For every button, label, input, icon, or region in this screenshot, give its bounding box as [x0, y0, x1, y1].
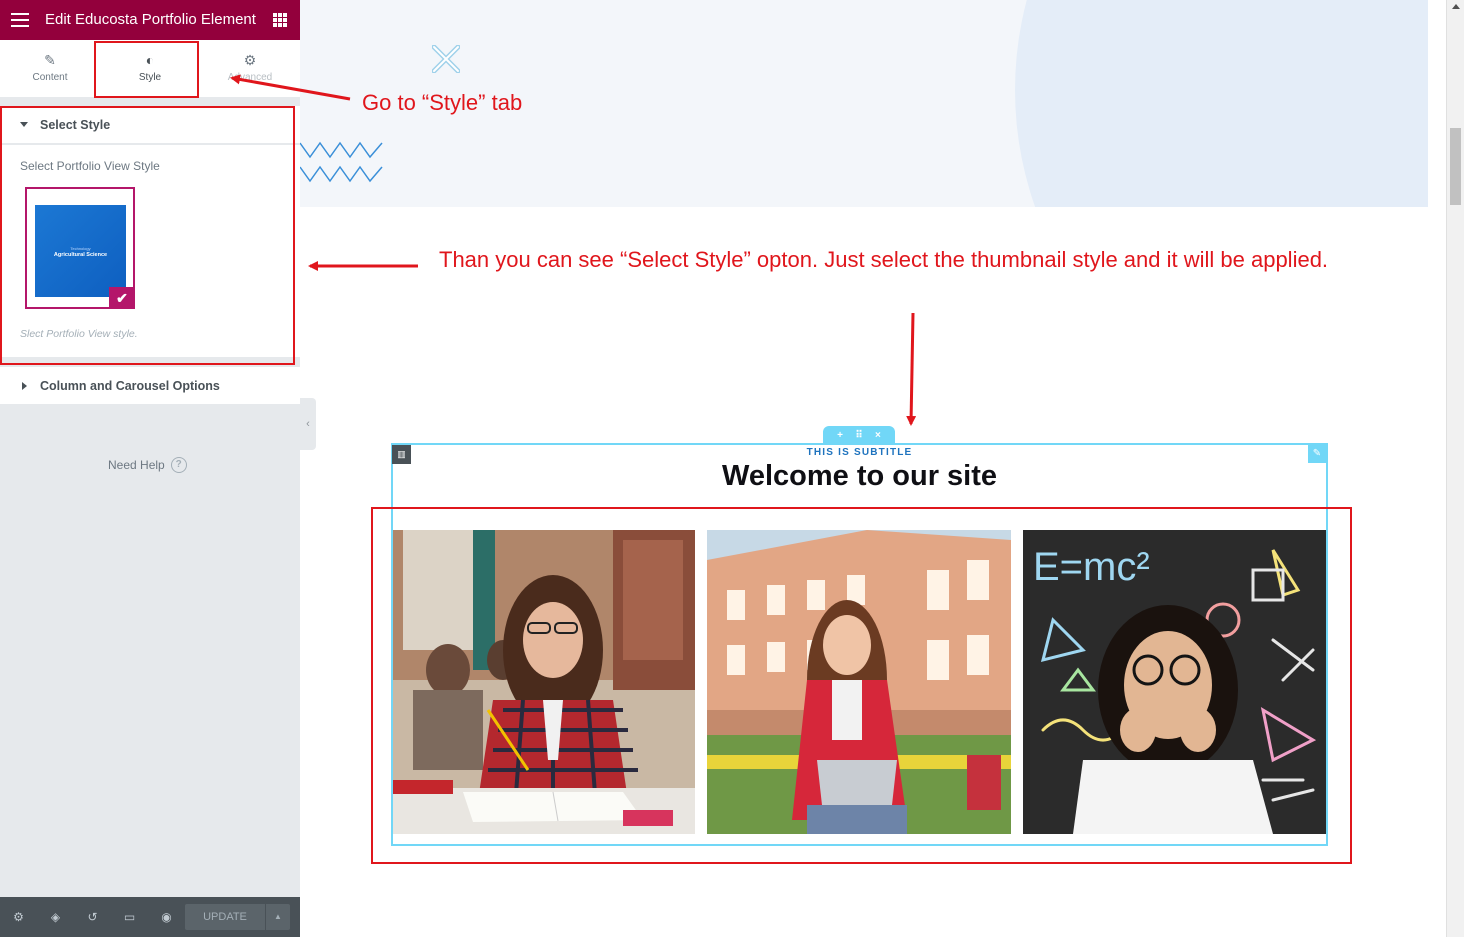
portfolio-item-3[interactable]: E=mc² — [1023, 530, 1326, 834]
widgets-grid-icon[interactable] — [273, 13, 287, 27]
settings-icon[interactable]: ⚙ — [0, 897, 37, 937]
preview-eye-icon[interactable]: ◉ — [148, 897, 185, 937]
gear-icon: ⚙ — [243, 52, 257, 68]
section-select-style-title: Select Style — [40, 117, 111, 132]
section-subtitle: THIS IS SUBTITLE — [806, 447, 913, 458]
collapse-panel-icon[interactable]: ‹ — [300, 398, 316, 450]
panel-tabs: ✎ Content ◐ Style ⚙ Advanced — [0, 40, 300, 97]
responsive-icon[interactable]: ▭ — [111, 897, 148, 937]
pencil-icon: ✎ — [44, 52, 56, 68]
caret-down-icon — [20, 122, 28, 127]
x-shape-icon — [432, 45, 460, 73]
question-icon: ? — [170, 457, 187, 473]
style-thumbnail[interactable]: Technology Agricultural Science ✔ — [25, 187, 135, 309]
girl-thinking-chalkboard-photo: E=mc² — [1023, 530, 1326, 834]
screen: { "panel": { "title": "Edit Educosta Por… — [0, 0, 1464, 937]
section-column-carousel-title: Column and Carousel Options — [40, 378, 220, 393]
decorative-circle — [1015, 0, 1428, 207]
scroll-up-icon[interactable] — [1452, 4, 1460, 9]
svg-text:E=mc²: E=mc² — [1033, 545, 1150, 589]
zigzag-icon — [300, 141, 383, 183]
annotation-step1: Go to “Style” tab — [362, 90, 523, 115]
tab-content-label: Content — [32, 72, 68, 83]
thumbnail-line1: Technology — [70, 246, 91, 251]
arrow-to-portfolio — [906, 312, 917, 426]
portfolio-item-2[interactable] — [707, 530, 1011, 834]
menu-icon[interactable] — [11, 13, 29, 27]
thumbnail-line2: Agricultural Science — [53, 252, 108, 258]
panel-title: Edit Educosta Portfolio Element — [45, 11, 256, 28]
portfolio-item-1[interactable] — [393, 530, 695, 834]
tab-advanced-label: Advanced — [227, 72, 273, 83]
update-options-icon[interactable]: ▲ — [266, 904, 290, 930]
select-style-body: Select Portfolio View Style Technology A… — [0, 145, 300, 357]
panel-header: Edit Educosta Portfolio Element — [0, 0, 300, 40]
half-circle-icon: ◐ — [145, 52, 155, 68]
section-handle[interactable]: + ⠿ × — [823, 426, 895, 444]
annotation-step2: Than you can see “Select Style” opton. J… — [439, 247, 1329, 272]
layers-icon[interactable]: ◈ — [37, 897, 74, 937]
drag-icon[interactable]: ⠿ — [855, 430, 862, 441]
tab-style[interactable]: ◐ Style — [100, 40, 200, 97]
student-with-laptop-photo — [707, 530, 1011, 834]
section-heading: Welcome to our site — [721, 460, 998, 492]
student-studying-photo — [393, 530, 695, 834]
panel-footer: ⚙ ◈ ↺ ▭ ◉ UPDATE ▲ — [0, 897, 300, 937]
update-button[interactable]: UPDATE — [185, 904, 265, 930]
tab-style-label: Style — [138, 72, 162, 83]
add-icon[interactable]: + — [837, 430, 843, 441]
need-help-label: Need Help — [108, 458, 165, 472]
section-column-carousel[interactable]: Column and Carousel Options — [0, 367, 300, 405]
close-icon[interactable]: × — [875, 430, 881, 441]
caret-right-icon — [22, 381, 27, 390]
scroll-thumb[interactable] — [1450, 128, 1461, 205]
control-label: Select Portfolio View Style — [20, 159, 160, 173]
editor-panel: Edit Educosta Portfolio Element ✎ Conten… — [0, 0, 300, 937]
tab-content[interactable]: ✎ Content — [0, 40, 100, 97]
page-scrollbar[interactable] — [1446, 0, 1464, 937]
need-help-link[interactable]: Need Help ? — [108, 457, 187, 473]
history-icon[interactable]: ↺ — [74, 897, 111, 937]
thumbnail-image: Technology Agricultural Science — [35, 205, 126, 297]
control-description: Slect Portfolio View style. — [20, 328, 138, 340]
checkmark-icon: ✔ — [109, 287, 135, 309]
section-select-style[interactable]: Select Style — [0, 106, 300, 144]
tab-advanced[interactable]: ⚙ Advanced — [200, 40, 300, 97]
